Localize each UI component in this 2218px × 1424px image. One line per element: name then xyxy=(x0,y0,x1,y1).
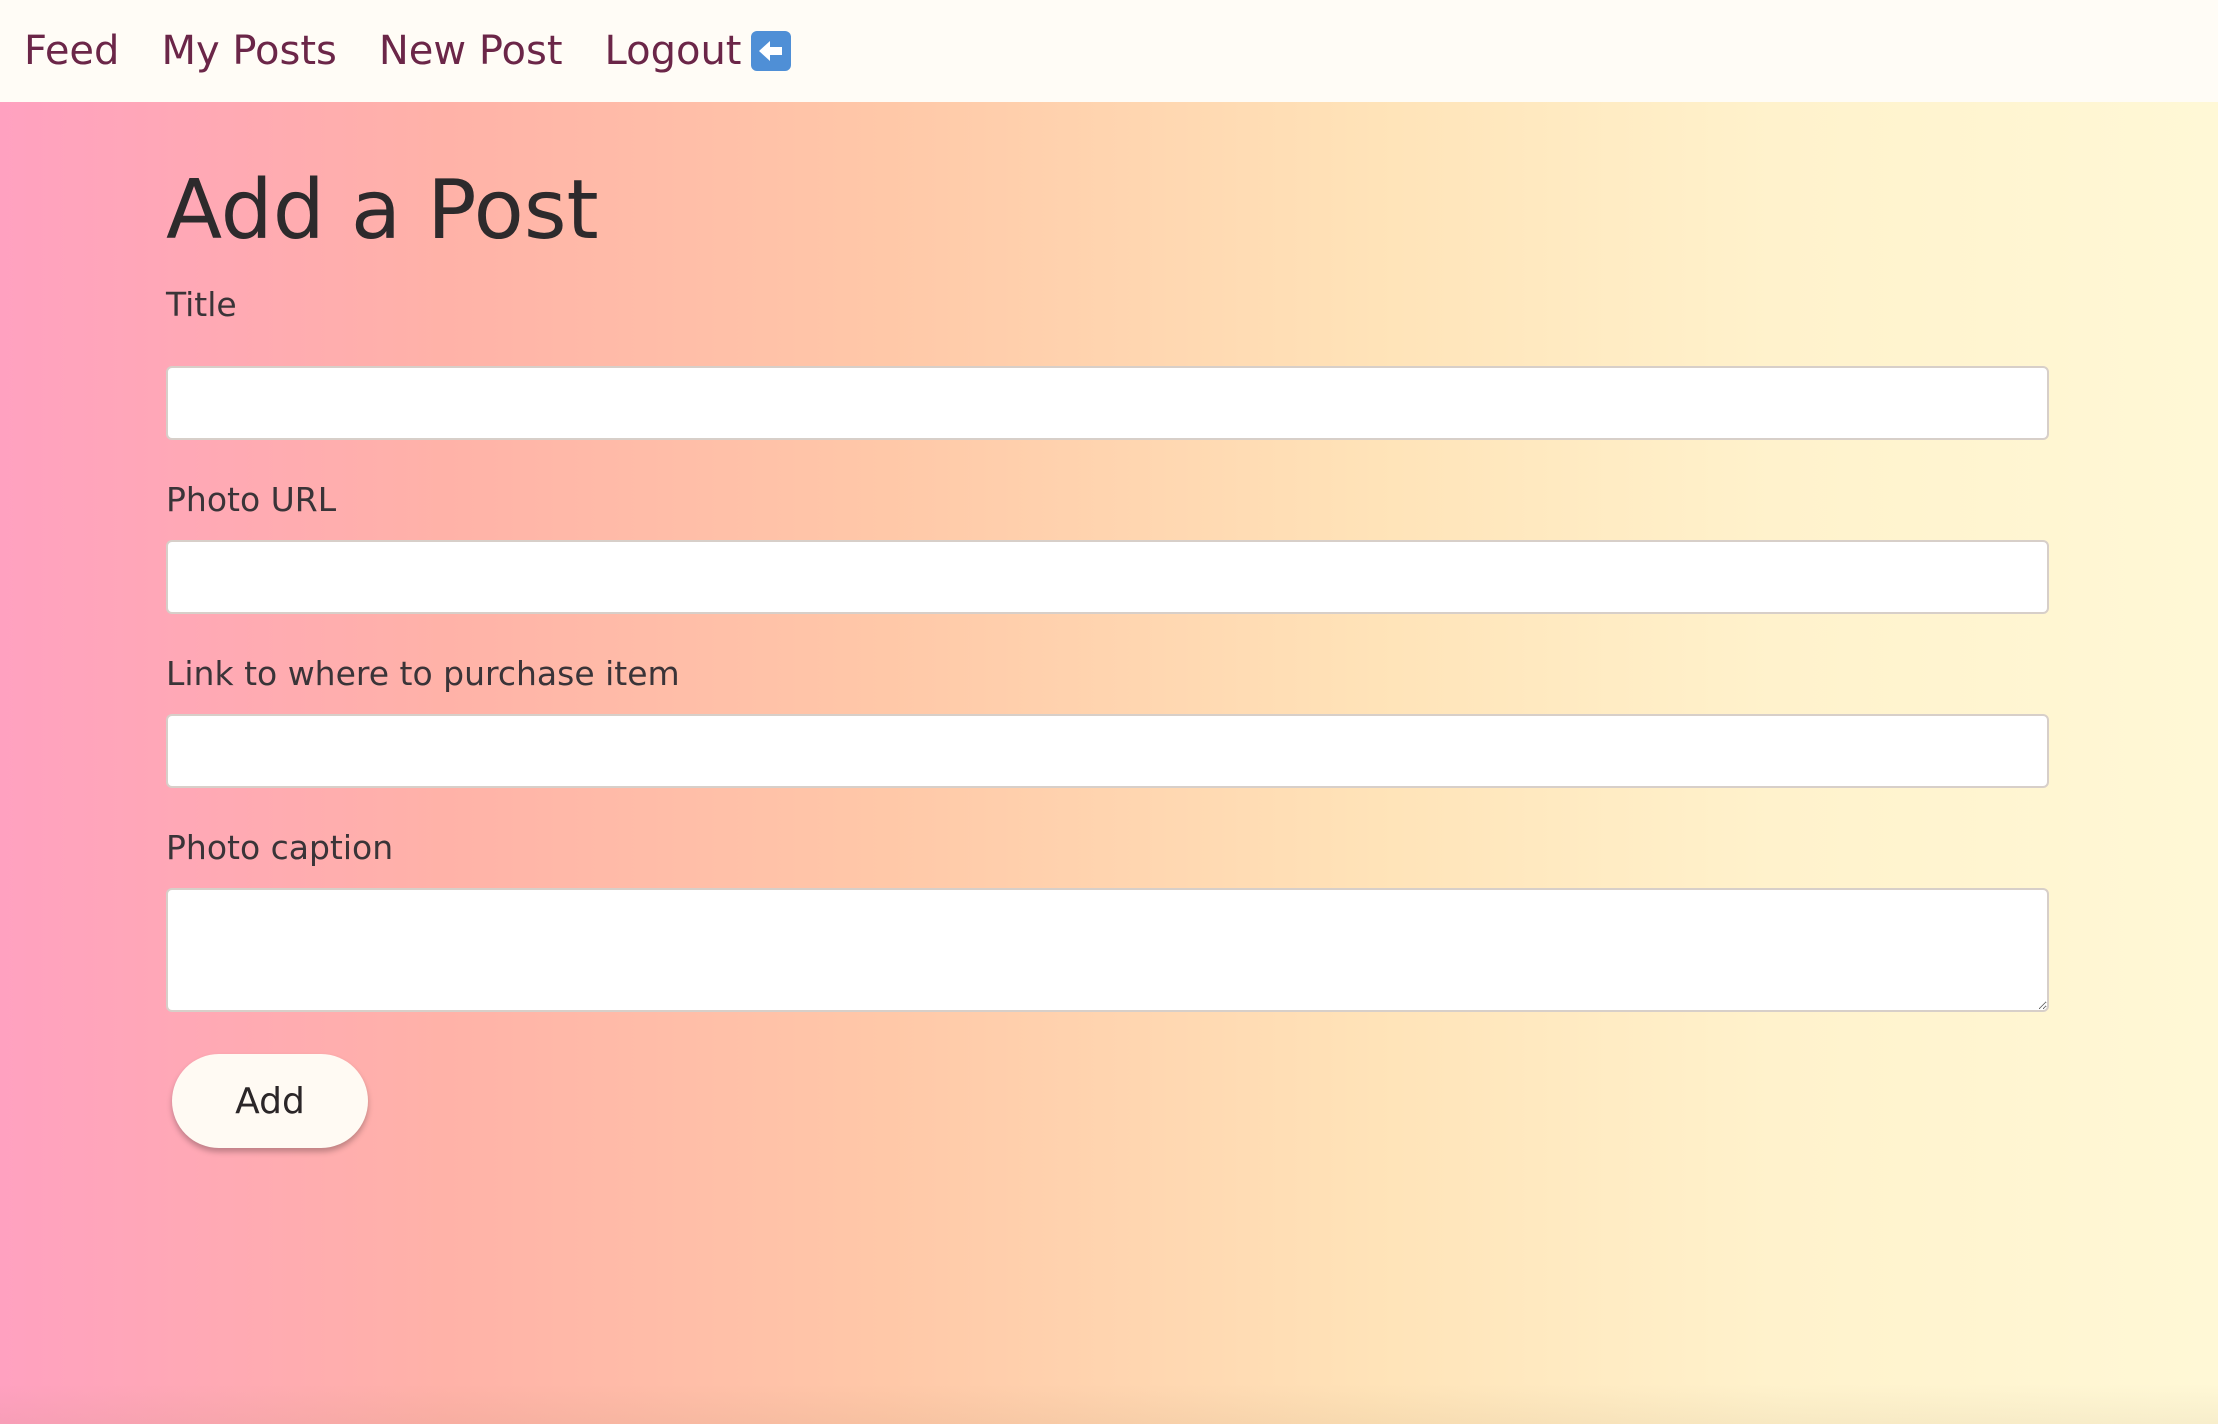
page-title: Add a Post xyxy=(166,163,599,258)
main-content: Add a Post Title Photo URL Link to where… xyxy=(166,102,2051,1148)
title-label: Title xyxy=(166,285,237,324)
nav-my-posts-link[interactable]: My Posts xyxy=(161,28,336,74)
top-navigation: Feed My Posts New Post Logout xyxy=(0,0,2218,102)
nav-feed-link[interactable]: Feed xyxy=(24,28,119,74)
nav-logout-link[interactable]: Logout xyxy=(605,28,792,74)
left-arrow-icon xyxy=(751,31,792,71)
title-input[interactable] xyxy=(166,366,2049,440)
nav-logout-label: Logout xyxy=(604,28,742,74)
bottom-shadow xyxy=(0,1384,2218,1424)
photo-url-label: Photo URL xyxy=(166,480,337,519)
purchase-link-label: Link to where to purchase item xyxy=(166,654,680,693)
caption-textarea[interactable] xyxy=(166,888,2049,1012)
add-button[interactable]: Add xyxy=(172,1054,368,1148)
purchase-link-input[interactable] xyxy=(166,714,2049,788)
photo-url-input[interactable] xyxy=(166,540,2049,614)
caption-label: Photo caption xyxy=(166,828,394,867)
nav-new-post-link[interactable]: New Post xyxy=(379,28,563,74)
